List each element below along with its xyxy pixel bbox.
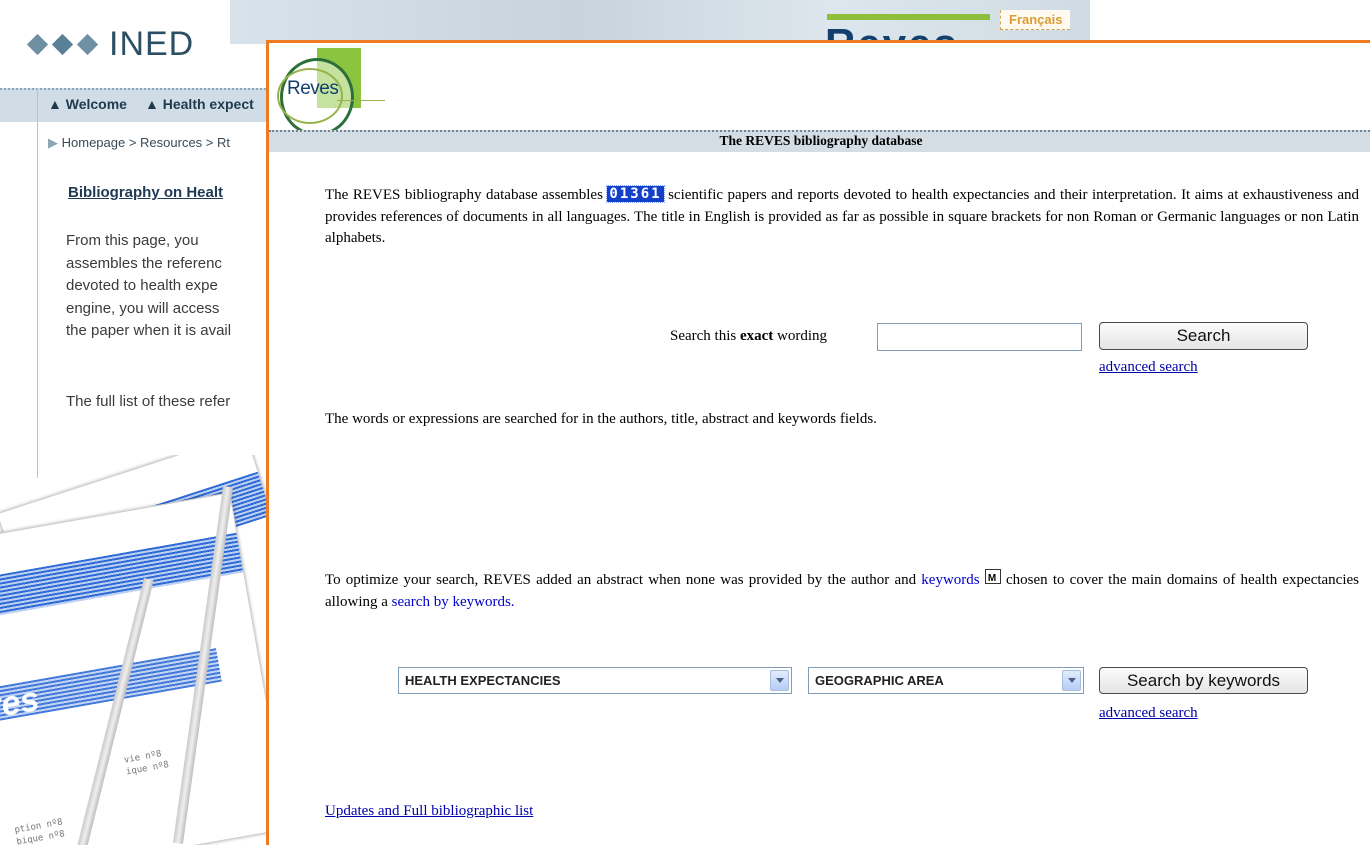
breadcrumb-arrow-icon: ▶ [48, 135, 58, 150]
diamond-icon [51, 33, 74, 55]
search-by-keywords-button[interactable]: Search by keywords [1099, 667, 1308, 694]
advanced-search-link[interactable]: advanced search [1099, 705, 1198, 722]
ined-logo-text: INED [109, 24, 195, 63]
reves-bibliography-popup: Reves The REVES bibliography database Th… [266, 40, 1370, 845]
breadcrumb: ▶ Homepage > Resources > Rt [48, 135, 230, 151]
reves-logo-text: Reves [287, 78, 339, 99]
search-label: Search this exact wording [670, 328, 827, 345]
keywords-link[interactable]: keywords [921, 572, 979, 588]
search-label-bold: exact [739, 328, 774, 344]
search-by-keywords-link[interactable]: search by keywords. [392, 594, 515, 610]
nav-item-welcome[interactable]: ▲ Welcome [48, 96, 127, 112]
updates-full-list-link[interactable]: Updates and Full bibliographic list [325, 803, 533, 820]
diamond-icon [76, 33, 99, 55]
intro-text: The REVES bibliography database assemble… [325, 187, 608, 203]
page-title: The REVES bibliography database [719, 133, 923, 148]
nav-item-label: Health expect [162, 96, 254, 112]
advanced-search-link[interactable]: advanced search [1099, 359, 1198, 376]
dropdown-arrow-icon[interactable] [1062, 670, 1081, 691]
logo-swoosh [337, 100, 385, 101]
background-divider [37, 88, 38, 478]
language-link[interactable]: Français [1000, 10, 1071, 30]
search-label-text: Search this [670, 328, 740, 344]
paper-sheet: ves vie nº8 ique nº8 ption nº8 bique nº8 [0, 492, 268, 845]
optimize-paragraph: To optimize your search, REVES added an … [325, 568, 1359, 613]
paragraph-line: engine, you will access [66, 299, 220, 317]
keywords-document-icon[interactable] [984, 568, 1001, 590]
record-counter: 01361 [606, 185, 665, 203]
background-paragraph: From this page, you assembles the refere… [66, 230, 276, 343]
nav-item-health-expectancies[interactable]: ▲ Health expect [145, 96, 254, 112]
paragraph-line: assembles the referenc [66, 254, 222, 272]
search-fields-note: The words or expressions are searched fo… [325, 411, 877, 427]
diamond-icon [26, 33, 49, 55]
health-expectancies-select[interactable]: HEALTH EXPECTANCIES [398, 667, 792, 694]
paragraph-line: From this page, you [66, 232, 199, 249]
collage-text: ves [0, 679, 43, 728]
ined-logo[interactable]: INED [26, 22, 195, 66]
paragraph-line: the paper when it is avail [66, 322, 232, 339]
geographic-area-select[interactable]: GEOGRAPHIC AREA [808, 667, 1084, 694]
breadcrumb-text[interactable]: Homepage > Resources > Rt [62, 135, 230, 150]
background-paragraph-2: The full list of these refer [66, 393, 231, 410]
select-value: HEALTH EXPECTANCIES [405, 673, 561, 688]
paragraph-line: devoted to health expe [66, 277, 218, 294]
dropdown-arrow-icon[interactable] [770, 670, 789, 691]
optimize-text: To optimize your search, REVES added an … [325, 572, 922, 588]
intro-paragraph: The REVES bibliography database assemble… [325, 185, 1359, 250]
popup-header-bar: The REVES bibliography database [269, 130, 1370, 152]
select-value: GEOGRAPHIC AREA [815, 673, 944, 688]
search-label-text: wording [773, 328, 828, 344]
reves-logo[interactable]: Reves [277, 48, 385, 136]
exact-wording-search-input[interactable] [877, 323, 1082, 351]
nav-item-label: Welcome [65, 96, 127, 112]
search-button[interactable]: Search [1099, 322, 1308, 350]
publication-collage-image: ves vie nº8 ique nº8 ption nº8 bique nº8 [0, 455, 268, 845]
background-heading: Bibliography on Healt [68, 184, 224, 201]
